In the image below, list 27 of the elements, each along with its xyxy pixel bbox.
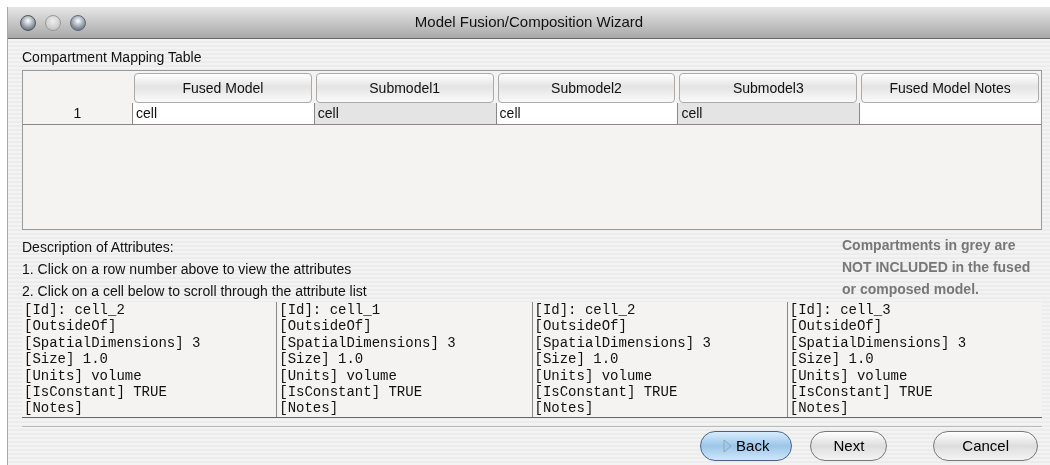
wizard-button[interactable]: Cancel [933, 430, 1038, 461]
column-header[interactable]: Fused Model [134, 73, 312, 103]
instruction-text: Description of Attributes: [22, 238, 175, 257]
triangle-icon [723, 438, 733, 453]
attribute-list[interactable]: [Id]: cell_1 [OutsideOf] [SpatialDimensions] 3 [Size] 1.0 [Units] volume [IsConstant] TRUE [Notes] [276, 302, 532, 417]
table-cell[interactable]: cell [495, 103, 678, 124]
table-cell[interactable] [859, 103, 1041, 124]
instruction-text: 1. Click on a row number above to view the attributes [22, 260, 353, 279]
wizard-button[interactable]: Back [700, 430, 793, 461]
column-header[interactable]: Submodel2 [497, 73, 676, 103]
table-cell[interactable]: cell [132, 103, 314, 124]
close-button[interactable] [20, 14, 36, 31]
section-title: Compartment Mapping Table [22, 48, 203, 67]
table-cell[interactable]: cell [677, 103, 860, 124]
wizard-button[interactable]: Next [810, 430, 888, 461]
table-cell[interactable]: cell [313, 103, 496, 124]
column-header[interactable]: Submodel1 [315, 73, 494, 103]
attribute-list[interactable]: [Id]: cell_3 [OutsideOf] [SpatialDimensions] 3 [Size] 1.0 [Units] volume [IsConstant] TRUE [Notes] [786, 302, 1042, 417]
row-number[interactable]: 1 [23, 103, 132, 124]
zoom-button[interactable] [70, 14, 86, 31]
attribute-list[interactable]: [Id]: cell_2 [OutsideOf] [SpatialDimensions] 3 [Size] 1.0 [Units] volume [IsConstant] TRUE [Notes] [22, 302, 277, 417]
column-header[interactable]: Submodel3 [679, 73, 858, 103]
attribute-list[interactable]: [Id]: cell_2 [OutsideOf] [SpatialDimensions] 3 [Size] 1.0 [Units] volume [IsConstant] TRUE [Notes] [531, 302, 787, 417]
note-text: Compartments in grey are NOT INCLUDED in the fused or composed model. [842, 236, 1032, 299]
window-title: Model Fusion/Composition Wizard [414, 12, 644, 33]
column-header[interactable]: Fused Model Notes [861, 73, 1039, 103]
instruction-text: 2. Click on a cell below to scroll through the attribute list [22, 282, 367, 301]
